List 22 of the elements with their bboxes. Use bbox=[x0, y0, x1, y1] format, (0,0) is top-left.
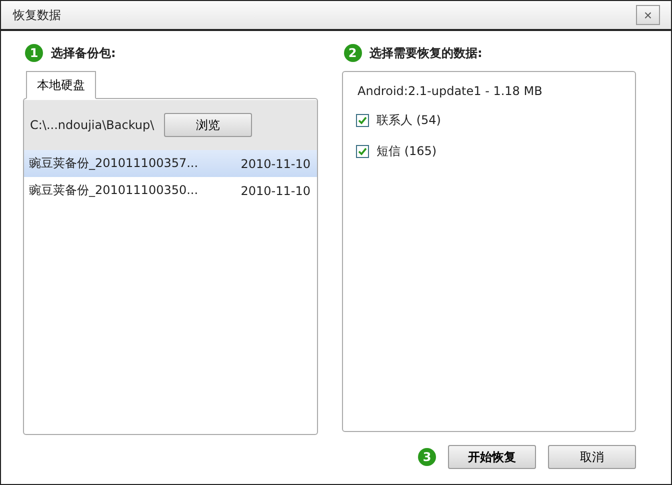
step-label: 选择需要恢复的数据: bbox=[370, 44, 482, 62]
backup-name: 豌豆荚备份_201011100350... bbox=[29, 182, 198, 199]
step-number: 1 bbox=[25, 44, 43, 62]
checkbox-label: 联系人 (54) bbox=[376, 112, 441, 129]
backup-date: 2010-11-10 bbox=[240, 156, 310, 170]
step-label: 选择备份包: bbox=[51, 44, 116, 62]
tab[interactable]: 本地硬盘 bbox=[26, 71, 96, 99]
checkbox[interactable] bbox=[356, 145, 368, 158]
window-title: 恢复数据 bbox=[13, 6, 61, 24]
backup-date: 2010-11-10 bbox=[240, 184, 310, 198]
backup-name: 豌豆荚备份_201011100357... bbox=[29, 155, 198, 172]
checkbox[interactable] bbox=[356, 114, 368, 127]
close-button[interactable]: × bbox=[636, 5, 660, 25]
cancel-button[interactable]: 取消 bbox=[548, 445, 636, 469]
backup-row[interactable]: 豌豆荚备份_201011100357... 2010-11-10 bbox=[24, 150, 316, 177]
checkbox-label: 短信 (165) bbox=[376, 143, 437, 160]
step-number: 2 bbox=[344, 44, 362, 62]
browse-button[interactable]: 浏览 bbox=[164, 113, 252, 137]
device-info: Android:2.1-update1 - 1.18 MB bbox=[358, 84, 544, 98]
start-button[interactable]: 开始恢复 bbox=[448, 445, 536, 469]
step-number: 3 bbox=[418, 448, 436, 466]
path-text: C:\...ndoujia\Backup\ bbox=[30, 118, 154, 132]
